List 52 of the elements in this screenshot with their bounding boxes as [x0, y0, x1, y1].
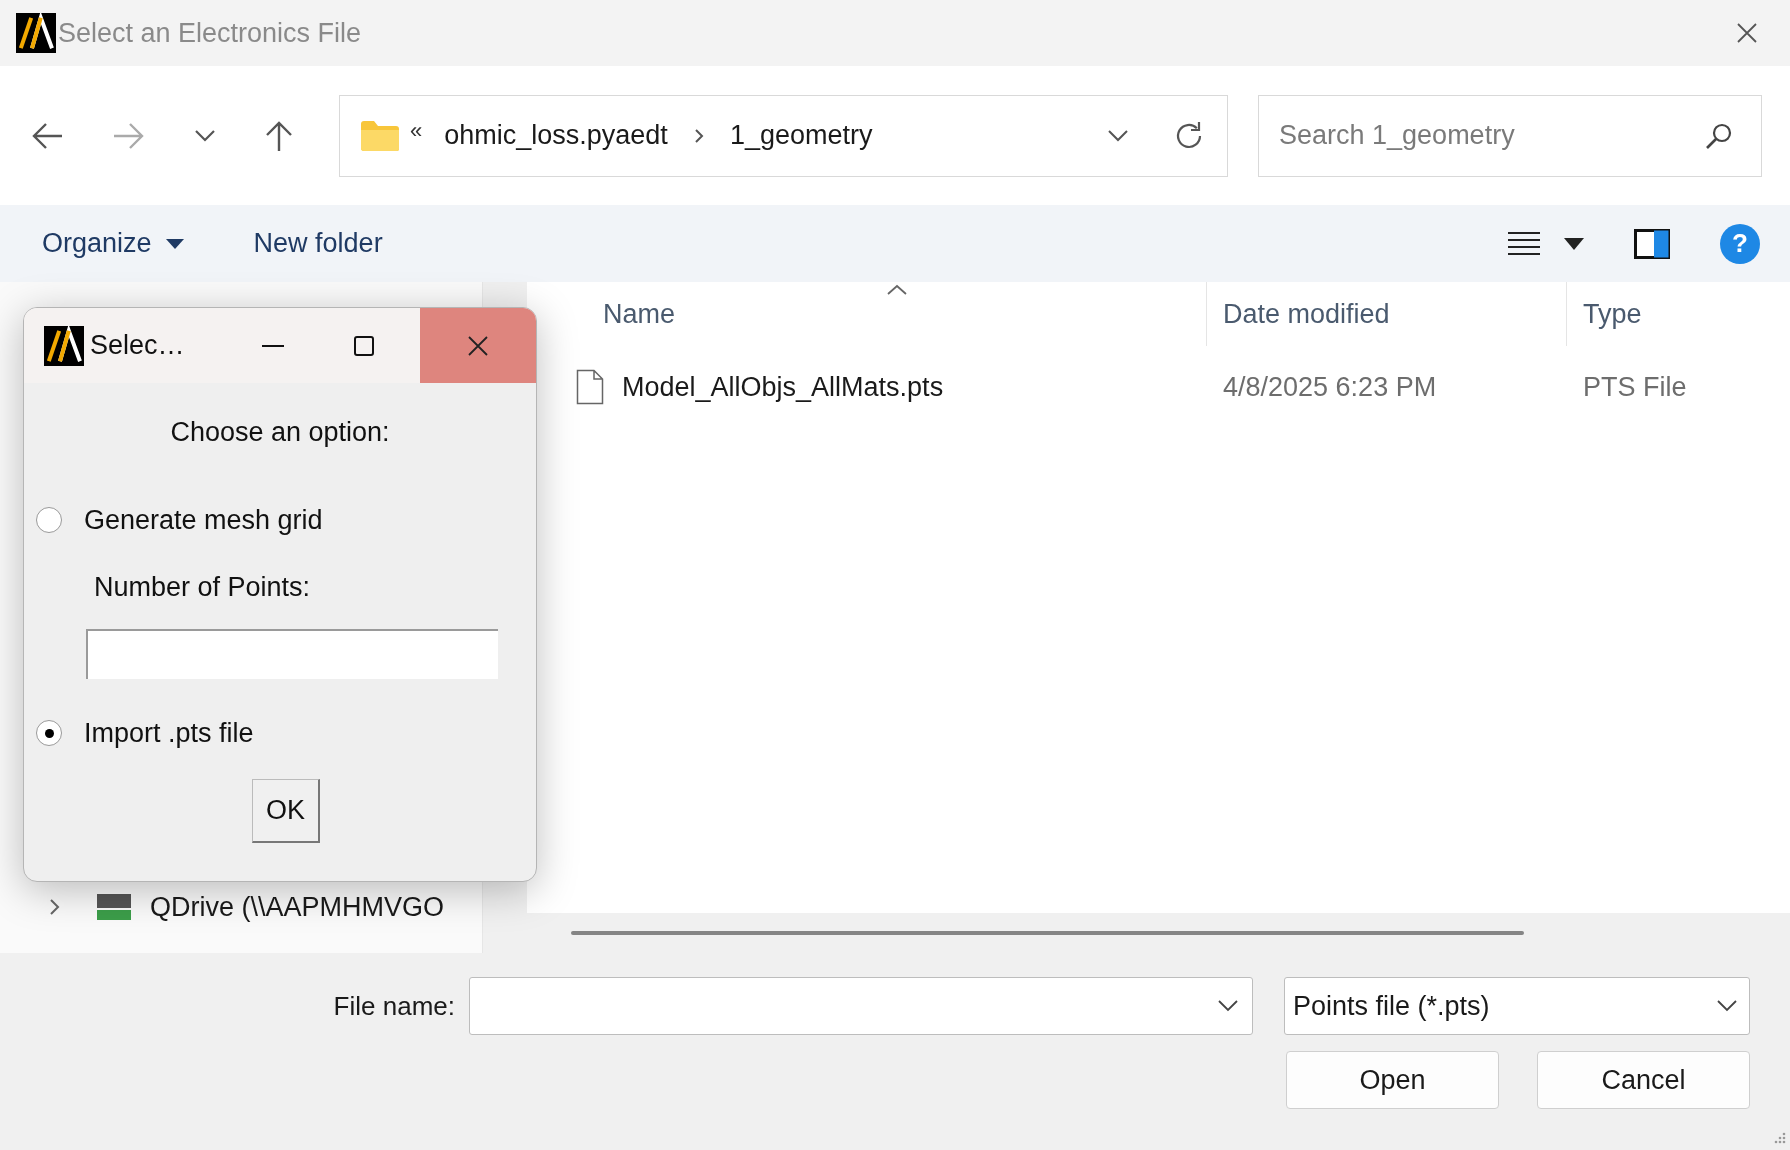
radio-button[interactable]	[36, 507, 62, 533]
option-label[interactable]: Import .pts file	[84, 717, 254, 749]
document-icon	[576, 369, 604, 405]
close-icon[interactable]	[1736, 22, 1758, 44]
field-label: Number of Points:	[94, 572, 311, 603]
network-drive-icon	[96, 892, 132, 922]
column-header[interactable]: Type	[1567, 282, 1642, 346]
chevron-right-icon[interactable]	[48, 898, 60, 916]
field-label: File name:	[332, 990, 455, 1022]
file-name-field[interactable]	[469, 977, 1253, 1035]
caret-down-icon[interactable]	[1564, 237, 1584, 250]
ok-button[interactable]: OK	[252, 779, 320, 843]
back-arrow-icon[interactable]	[30, 120, 64, 151]
chevron-right-icon	[693, 127, 704, 144]
breadcrumb[interactable]: ohmic_loss.pyaedt	[444, 120, 668, 151]
open-button[interactable]: Open	[1286, 1051, 1499, 1109]
close-icon	[467, 334, 489, 357]
radio-button[interactable]	[36, 720, 62, 746]
chevron-down-icon[interactable]	[194, 128, 216, 143]
points-field[interactable]	[86, 629, 498, 679]
maximize-icon[interactable]	[354, 335, 374, 356]
help-button[interactable]: ?	[1720, 223, 1760, 264]
app-logo-icon	[16, 13, 56, 53]
dialog-title: Selec…	[90, 330, 185, 361]
caret-down-icon	[165, 238, 184, 249]
column-header[interactable]: Date modified	[1207, 282, 1567, 346]
window-title: Select an Electronics File	[58, 17, 362, 49]
chevron-down-icon	[1218, 1000, 1238, 1012]
scrollbar-thumb[interactable]	[571, 931, 1524, 935]
list-view-icon[interactable]	[1508, 230, 1540, 257]
minimize-icon[interactable]	[262, 343, 284, 348]
cancel-button[interactable]: Cancel	[1537, 1051, 1750, 1109]
sidebar-item[interactable]: QDrive (\\AAPMHMVGO	[150, 891, 445, 923]
breadcrumb[interactable]: 1_geometry	[729, 120, 873, 151]
date-modified: 4/8/2025 6:23 PM	[1222, 371, 1438, 403]
preview-pane-icon[interactable]	[1634, 228, 1670, 259]
file-name[interactable]: Model_AllObjs_AllMats.pts	[622, 371, 944, 403]
chevron-down-icon[interactable]	[1107, 128, 1129, 143]
folder-icon	[360, 119, 400, 152]
app-logo-icon	[44, 325, 84, 366]
file-type-dropdown[interactable]: Points file (*.pts)	[1284, 977, 1750, 1035]
organize-button[interactable]: Organize	[30, 222, 196, 265]
sort-caret-icon	[886, 284, 907, 295]
address-bar[interactable]: « ohmic_loss.pyaedt 1_geometry	[339, 94, 1228, 177]
file-type: PTS File	[1582, 371, 1687, 403]
option-label[interactable]: Generate mesh grid	[84, 504, 323, 536]
prompt-text: Choose an option:	[170, 417, 391, 448]
new-folder-button[interactable]: New folder	[241, 222, 395, 265]
search-field[interactable]: Search 1_geometry	[1258, 94, 1762, 177]
chevron-down-icon	[1717, 1000, 1737, 1012]
resize-grip-icon[interactable]	[1772, 1132, 1786, 1146]
overflow-chevron[interactable]: «	[410, 117, 423, 144]
